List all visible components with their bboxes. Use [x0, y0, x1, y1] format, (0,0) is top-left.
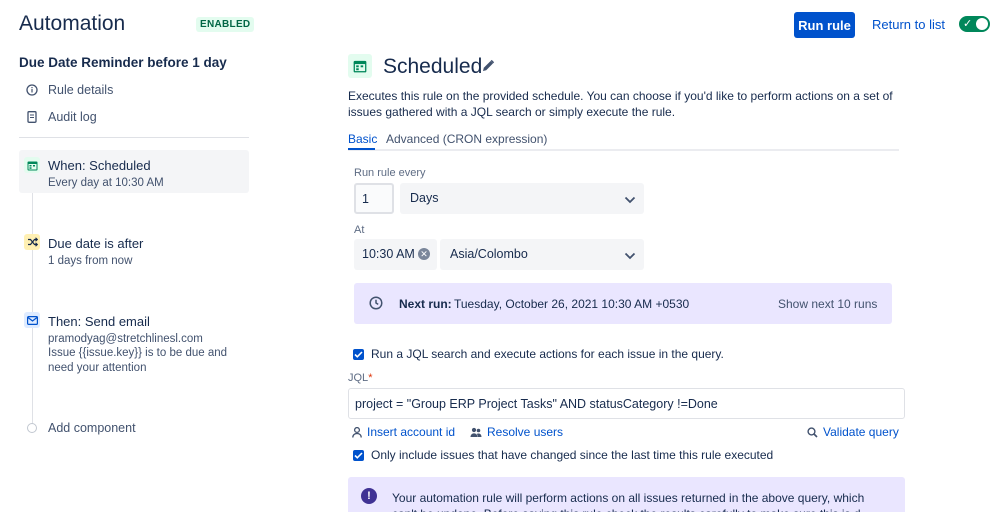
- audit-log-link[interactable]: Audit log: [24, 109, 97, 125]
- required-mark: *: [368, 372, 373, 384]
- jql-label: JQL*: [348, 372, 372, 384]
- sidebar-divider: [19, 137, 249, 138]
- run-every-label: Run rule every: [354, 167, 426, 179]
- step-send-email[interactable]: Then: Send email pramodyag@stretchlinesl…: [19, 306, 249, 378]
- next-run-panel: Next run: Tuesday, October 26, 2021 10:3…: [354, 283, 892, 324]
- step-when-scheduled[interactable]: When: Scheduled Every day at 10:30 AM: [19, 150, 249, 193]
- run-every-input[interactable]: 1: [354, 183, 394, 214]
- people-icon: [470, 427, 482, 438]
- validate-query-link[interactable]: Validate query: [807, 425, 899, 439]
- time-input[interactable]: 10:30 AM ✕: [354, 239, 437, 270]
- info-icon: !: [361, 488, 377, 504]
- return-to-list-link[interactable]: Return to list: [872, 17, 945, 32]
- timezone-select[interactable]: Asia/Colombo: [440, 239, 644, 270]
- page-title: Scheduled: [383, 55, 483, 78]
- active-tab-indicator: [348, 148, 375, 150]
- resolve-users-label: Resolve users: [487, 425, 564, 439]
- step-subtitle: Every day at 10:30 AM: [48, 177, 164, 189]
- toggle-knob: [976, 18, 988, 30]
- unit-value: Days: [410, 191, 439, 205]
- rule-details-link[interactable]: Rule details: [24, 82, 113, 98]
- description: Executes this rule on the provided sched…: [348, 89, 893, 119]
- clear-icon[interactable]: ✕: [418, 248, 430, 260]
- document-icon: [24, 109, 40, 125]
- run-every-unit-select[interactable]: Days: [400, 183, 644, 214]
- only-changed-checkbox-label: Only include issues that have changed si…: [371, 448, 774, 462]
- step-title: When: Scheduled: [48, 158, 151, 173]
- insert-account-id-link[interactable]: Insert account id: [352, 425, 455, 439]
- chevron-down-icon: [624, 193, 636, 207]
- only-changed-checkbox[interactable]: Only include issues that have changed si…: [352, 448, 773, 462]
- timezone-value: Asia/Colombo: [450, 247, 528, 261]
- shuffle-icon: [24, 234, 40, 250]
- app-title: Automation: [19, 12, 126, 35]
- jql-search-checkbox-label: Run a JQL search and execute actions for…: [371, 347, 724, 361]
- timeline-line: [32, 180, 33, 425]
- check-icon: ✓: [963, 18, 973, 30]
- person-icon: [352, 426, 362, 438]
- step-title: Then: Send email: [48, 314, 150, 329]
- show-next-runs-button[interactable]: Show next 10 runs: [778, 297, 877, 311]
- jql-input[interactable]: project = "Group ERP Project Tasks" AND …: [348, 388, 905, 419]
- info-panel: ! Your automation rule will perform acti…: [348, 477, 905, 512]
- step-subtitle: 1 days from now: [48, 255, 133, 267]
- rule-details-label: Rule details: [48, 83, 114, 97]
- clock-icon: [369, 296, 383, 315]
- run-rule-button[interactable]: Run rule: [794, 12, 855, 38]
- next-run-value: Tuesday, October 26, 2021 10:30 AM +0530: [454, 297, 690, 311]
- enabled-toggle[interactable]: ✓: [959, 16, 990, 32]
- mail-icon: [24, 312, 40, 328]
- add-component-label: Add component: [48, 421, 136, 435]
- jql-search-checkbox[interactable]: Run a JQL search and execute actions for…: [352, 347, 724, 361]
- insert-account-id-label: Insert account id: [367, 425, 456, 439]
- pencil-icon[interactable]: [481, 59, 495, 78]
- calendar-icon: [24, 157, 40, 173]
- info-icon: [24, 82, 40, 98]
- step-email-message: Issue {{issue.key}} is to be due and nee…: [48, 347, 228, 374]
- step-due-date-condition[interactable]: Due date is after 1 days from now: [19, 228, 249, 270]
- step-title: Due date is after: [48, 236, 144, 251]
- chevron-down-icon: [624, 249, 636, 263]
- audit-log-label: Audit log: [48, 110, 97, 124]
- step-email-address: pramodyag@stretchlinesl.com: [48, 333, 203, 345]
- add-component-dot: [27, 423, 37, 433]
- resolve-users-link[interactable]: Resolve users: [470, 425, 563, 439]
- checkbox-checked-icon: [353, 348, 364, 360]
- info-text: Your automation rule will perform action…: [392, 491, 871, 512]
- checkbox-checked-icon: [353, 449, 364, 461]
- add-component-button[interactable]: Add component: [27, 421, 136, 435]
- jql-label-text: JQL: [348, 372, 369, 384]
- validate-query-label: Validate query: [823, 425, 899, 439]
- next-run-label: Next run:: [399, 297, 452, 311]
- at-label: At: [354, 224, 365, 236]
- calendar-icon: [348, 54, 372, 78]
- search-icon: [807, 426, 818, 438]
- status-badge: ENABLED: [196, 17, 255, 32]
- tab-advanced[interactable]: Advanced (CRON expression): [386, 132, 547, 146]
- rule-name: Due Date Reminder before 1 day: [19, 55, 227, 70]
- tab-bar: Basic Advanced (CRON expression): [348, 131, 899, 151]
- tab-basic[interactable]: Basic: [348, 132, 377, 146]
- time-value: 10:30 AM: [362, 247, 415, 261]
